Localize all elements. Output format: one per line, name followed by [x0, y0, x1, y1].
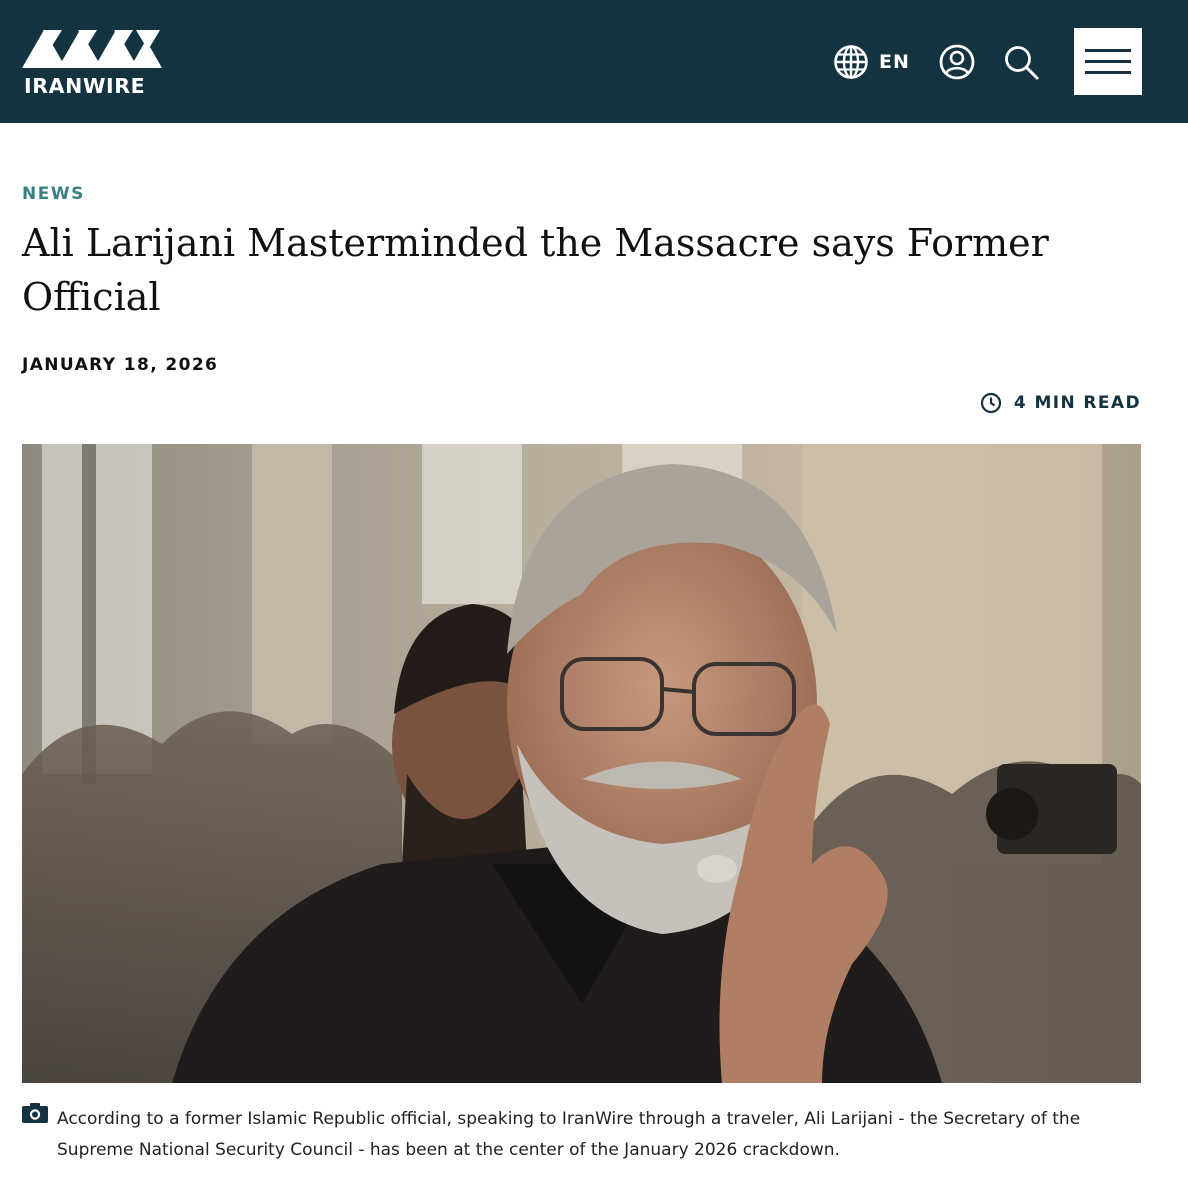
hamburger-menu-icon — [1085, 49, 1131, 52]
language-label: EN — [879, 51, 910, 73]
brand-name: IRANWIRE — [24, 74, 146, 98]
hamburger-menu-icon — [1085, 71, 1131, 74]
menu-button[interactable] — [1074, 28, 1142, 95]
article-category-link[interactable]: NEWS — [22, 184, 85, 204]
account-button[interactable] — [938, 43, 976, 81]
logo-mark — [22, 30, 162, 68]
read-time: 4 MIN READ — [980, 392, 1141, 414]
article-hero-image — [22, 444, 1141, 1083]
search-button[interactable] — [1003, 44, 1041, 82]
site-header: IRANWIRE EN — [0, 0, 1188, 123]
read-time-label: 4 MIN READ — [1013, 393, 1141, 413]
clock-icon — [980, 392, 1001, 414]
article-date: JANUARY 18, 2026 — [22, 355, 219, 375]
search-icon — [1005, 46, 1040, 81]
iranwire-logo[interactable]: IRANWIRE — [22, 24, 162, 100]
user-icon — [939, 44, 975, 80]
hero-photo — [22, 444, 1141, 1083]
camera-icon — [22, 1103, 48, 1123]
hamburger-menu-icon — [1085, 60, 1131, 63]
globe-icon — [834, 45, 868, 79]
article-headline: Ali Larijani Masterminded the Massacre s… — [22, 221, 1049, 319]
language-switcher[interactable]: EN — [833, 44, 910, 80]
image-caption: According to a former Islamic Republic o… — [57, 1109, 1081, 1160]
